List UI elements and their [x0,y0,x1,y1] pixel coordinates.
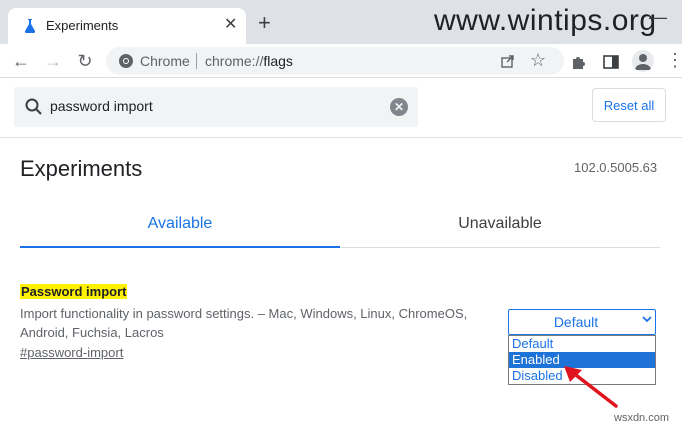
clear-search-icon[interactable]: ✕ [390,98,408,116]
select-current-value: Default [553,314,599,330]
person-icon [635,54,651,70]
omnibox-chrome-label: Chrome [140,53,190,69]
bookmark-star-icon[interactable]: ☆ [530,50,546,70]
back-arrow-icon[interactable]: ← [10,50,32,72]
tab-strip: Experiments ✕ + www.wintips.org — [0,0,682,44]
reset-all-button[interactable]: Reset all [592,88,666,122]
profile-avatar[interactable] [632,50,654,72]
url-path: flags [263,53,293,69]
experiment-state-select[interactable]: Default [508,309,656,335]
experiment-description: Import functionality in password setting… [20,306,468,340]
more-menu-icon[interactable]: ⋮ [666,51,682,69]
annotation-arrow-icon [564,366,618,408]
tab-available[interactable]: Available [20,202,340,248]
corner-watermark-text: wsxdn.com [614,412,670,424]
omnibox-separator [196,53,197,69]
search-box[interactable]: ✕ [14,87,418,127]
tab-title: Experiments [46,18,119,33]
browser-toolbar: ← → ↻ Chrome chrome://flags ☆ ⋮ [0,44,682,78]
minimize-button[interactable]: — [640,7,676,27]
share-icon[interactable] [500,53,516,69]
reload-icon[interactable]: ↻ [74,50,96,72]
chrome-logo-icon [119,54,133,68]
watermark-text: www.wintips.org [434,4,657,37]
omnibox-url: chrome://flags [205,53,293,69]
extensions-puzzle-icon[interactable] [570,53,588,71]
search-icon [25,98,42,115]
main-content: Experiments 102.0.5005.63 Available Unav… [0,138,682,430]
new-tab-button[interactable]: + [258,12,271,34]
page-title: Experiments [20,156,143,181]
version-label: 102.0.5005.63 [574,160,658,175]
flags-search-header: ✕ Reset all [0,78,682,138]
experiment-title: Password import [20,284,128,299]
side-panel-icon[interactable] [602,53,620,71]
option-default[interactable]: Default [509,336,655,352]
chevron-down-icon [641,313,653,328]
browser-tab[interactable]: Experiments ✕ [8,8,246,44]
address-bar[interactable]: Chrome chrome://flags ☆ [106,47,564,75]
tab-bar: Available Unavailable [20,202,660,248]
experiment-permalink[interactable]: #password-import [20,345,123,360]
tab-unavailable[interactable]: Unavailable [340,202,660,248]
flask-icon [24,19,36,33]
close-tab-icon[interactable]: ✕ [224,17,237,33]
search-input[interactable] [50,98,380,114]
forward-arrow-icon[interactable]: → [42,50,64,72]
url-scheme: chrome:// [205,53,264,69]
